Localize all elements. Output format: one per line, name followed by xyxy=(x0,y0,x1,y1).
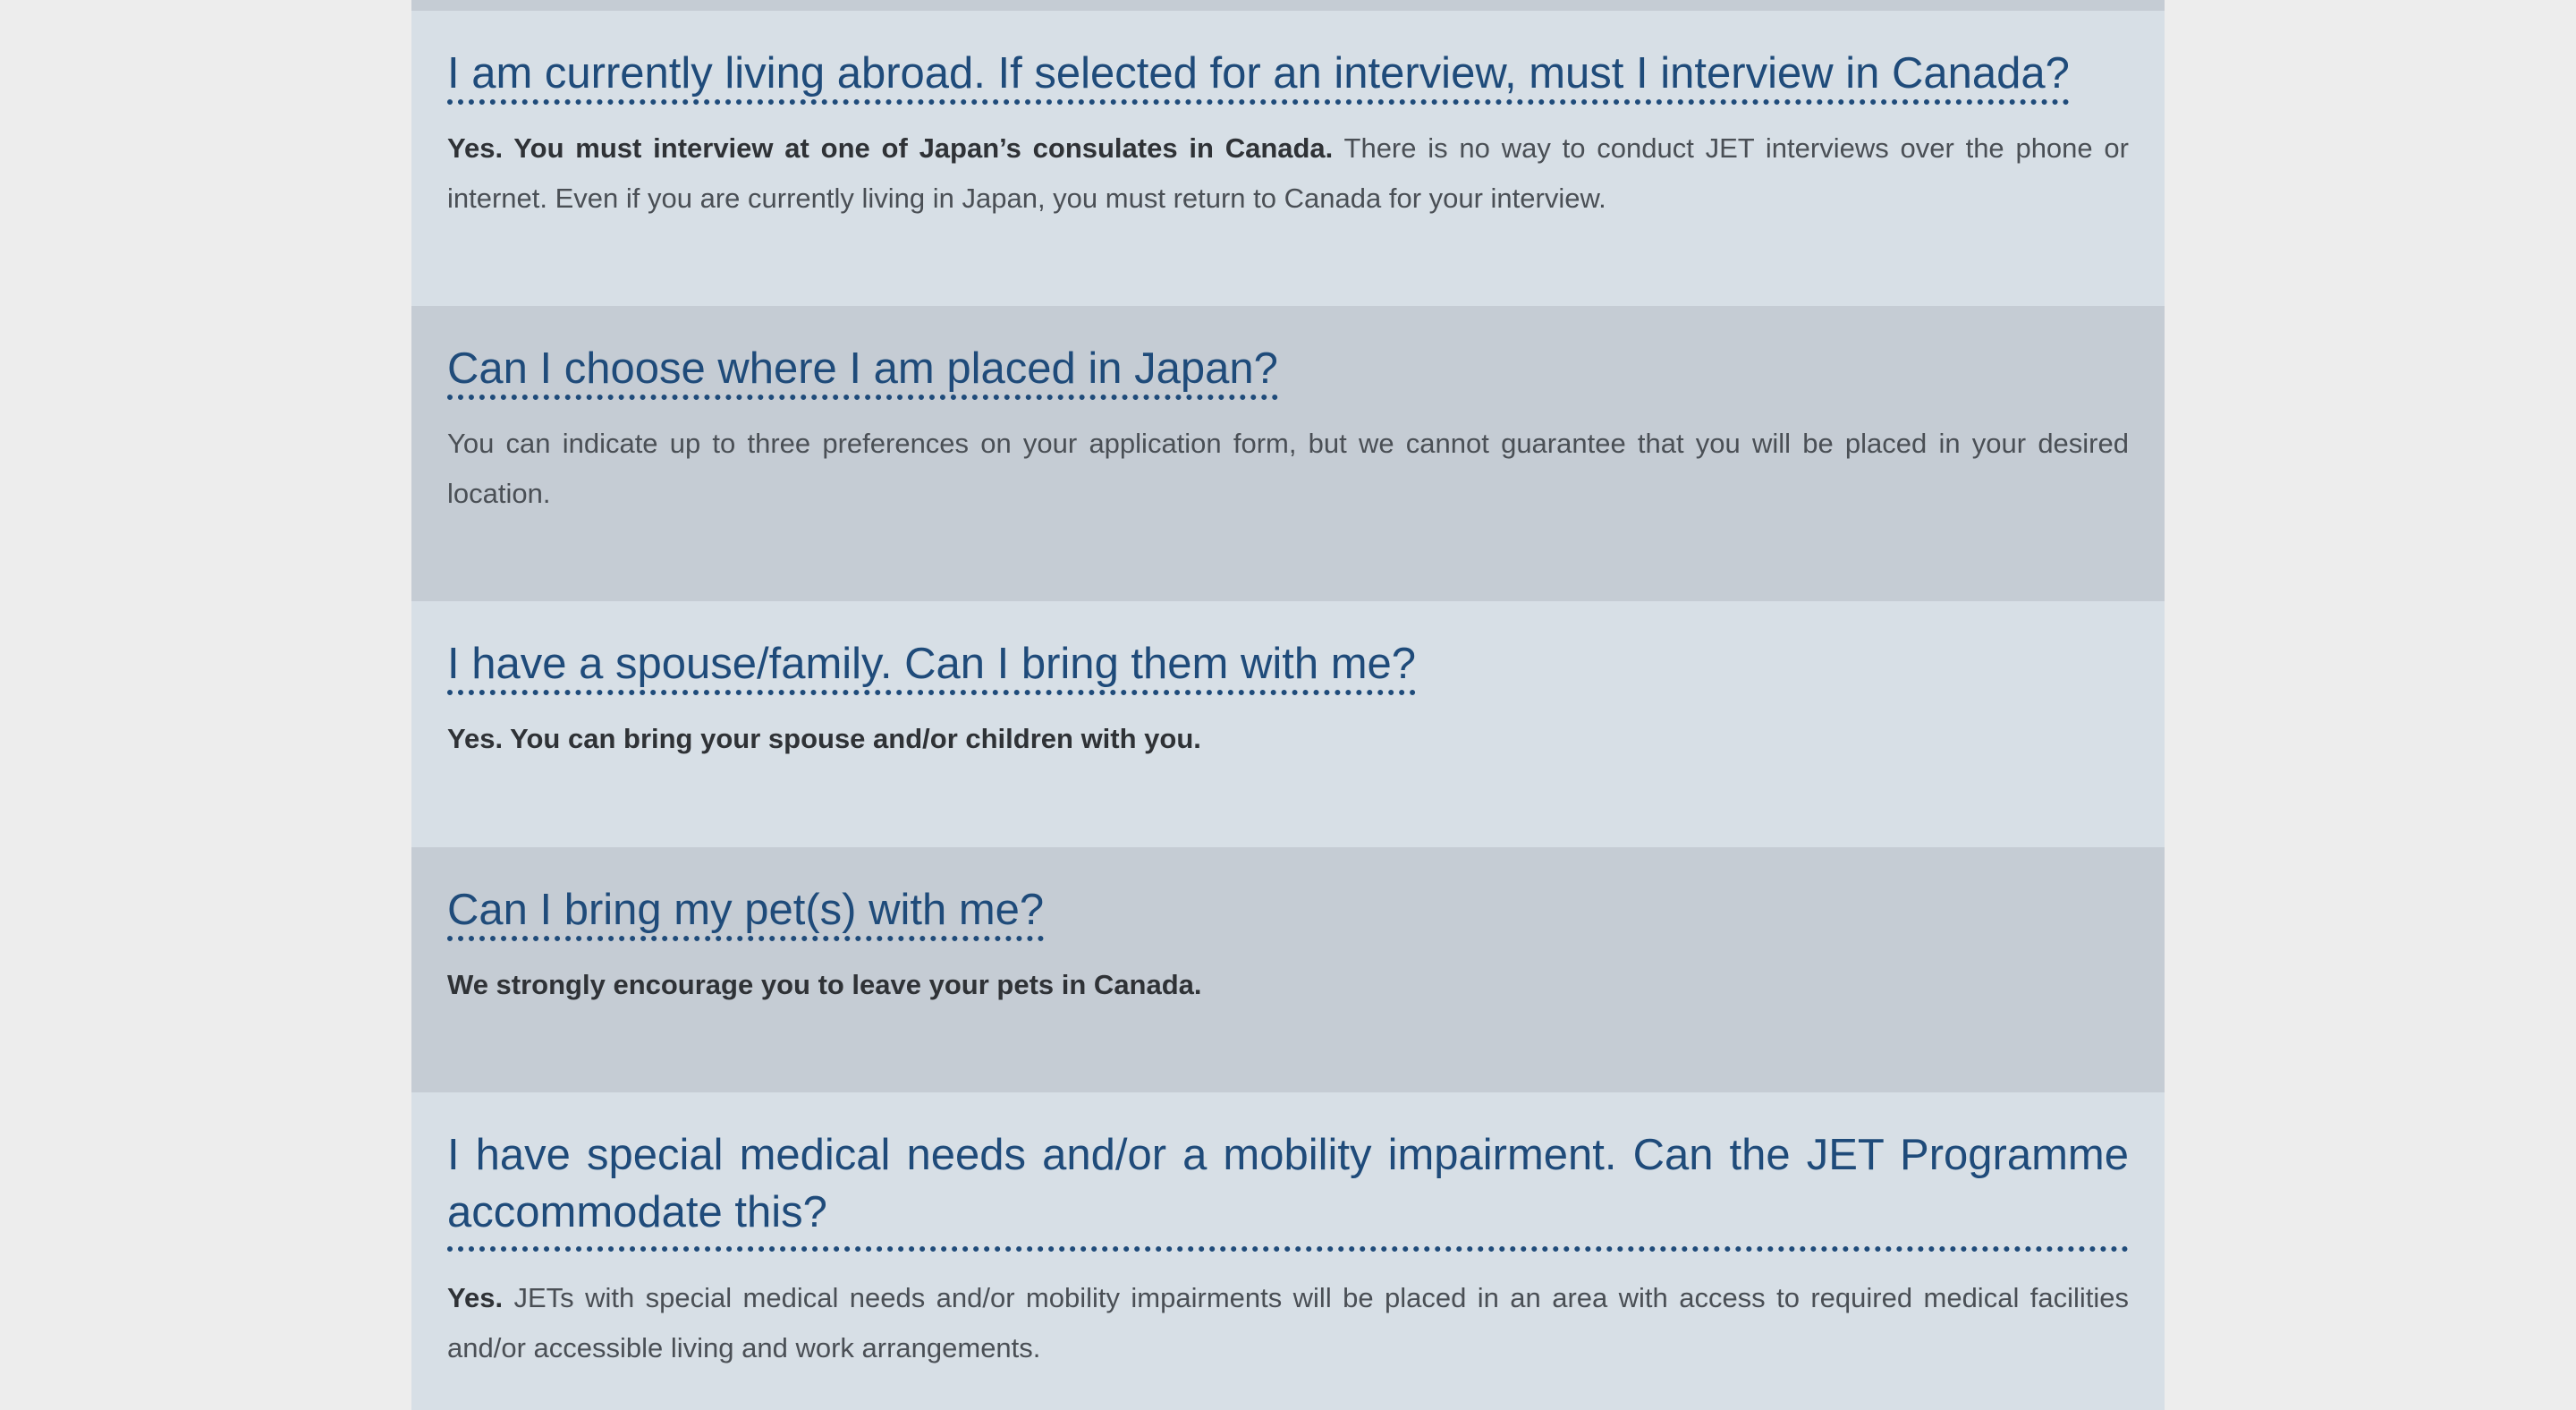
faq-answer-text: JETs with special medical needs and/or m… xyxy=(447,1282,2129,1363)
faq-question-text[interactable]: Can I choose where I am placed in Japan? xyxy=(447,344,1278,400)
faq-answer: We strongly encourage you to leave your … xyxy=(447,960,2129,1010)
faq-answer: Yes. JETs with special medical needs and… xyxy=(447,1273,2129,1373)
faq-answer-text: You can indicate up to three preferences… xyxy=(447,428,2129,509)
faq-answer-emphasis: Yes. You must interview at one of Japan’… xyxy=(447,132,1334,164)
faq-item-interview-abroad: I am currently living abroad. If selecte… xyxy=(411,11,2165,306)
faq-answer: You can indicate up to three preferences… xyxy=(447,419,2129,519)
faq-question-text[interactable]: I have special medical needs and/or a mo… xyxy=(447,1131,2129,1236)
faq-item-placement: Can I choose where I am placed in Japan?… xyxy=(411,306,2165,601)
faq-question[interactable]: Can I bring my pet(s) with me? xyxy=(447,881,2129,941)
faq-answer: Yes. You can bring your spouse and/or ch… xyxy=(447,714,2129,764)
faq-question-text[interactable]: I have a spouse/family. Can I bring them… xyxy=(447,640,1417,695)
faq-answer-emphasis: Yes. xyxy=(447,1282,504,1313)
faq-item-medical-needs: I have special medical needs and/or a mo… xyxy=(411,1092,2165,1410)
section-divider-strip xyxy=(411,0,2165,11)
faq-item-spouse-family: I have a spouse/family. Can I bring them… xyxy=(411,601,2165,847)
faq-page: I am currently living abroad. If selecte… xyxy=(411,0,2165,1410)
faq-question[interactable]: Can I choose where I am placed in Japan? xyxy=(447,340,2129,400)
faq-answer: Yes. You must interview at one of Japan’… xyxy=(447,123,2129,224)
faq-question[interactable]: I have a spouse/family. Can I bring them… xyxy=(447,635,2129,695)
faq-question[interactable]: I have special medical needs and/or a mo… xyxy=(447,1126,2129,1252)
faq-question-text[interactable]: Can I bring my pet(s) with me? xyxy=(447,886,1045,941)
faq-answer-emphasis: We strongly encourage you to leave your … xyxy=(447,969,1202,1000)
faq-answer-emphasis: Yes. You can bring your spouse and/or ch… xyxy=(447,723,1201,754)
faq-question-text[interactable]: I am currently living abroad. If selecte… xyxy=(447,49,2070,105)
faq-item-pets: Can I bring my pet(s) with me? We strong… xyxy=(411,847,2165,1092)
faq-question[interactable]: I am currently living abroad. If selecte… xyxy=(447,45,2129,105)
